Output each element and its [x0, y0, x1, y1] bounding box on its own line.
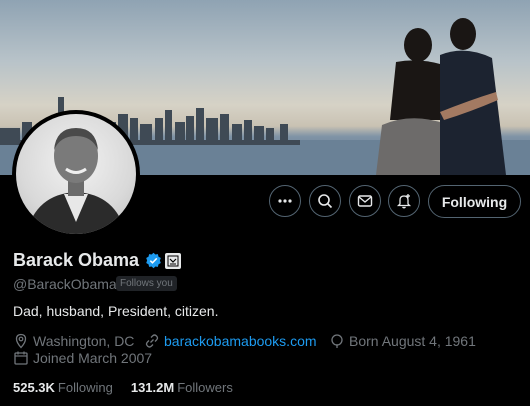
location-icon: [15, 333, 27, 349]
more-icon: [278, 199, 292, 203]
following-count: 525.3K: [13, 380, 55, 395]
more-button[interactable]: [269, 185, 301, 217]
calendar-icon: [14, 351, 28, 365]
following-stat[interactable]: 525.3K Following: [13, 380, 113, 395]
notify-icon: [396, 194, 412, 209]
verified-badge-icon[interactable]: [145, 252, 162, 269]
birthday-text: Born August 4, 1961: [349, 333, 476, 349]
avatar-photo: [16, 114, 136, 234]
followers-label: Followers: [177, 380, 233, 395]
location-item: Washington, DC: [13, 333, 134, 349]
message-icon: [357, 195, 373, 207]
website-item[interactable]: barackobamabooks.com: [144, 333, 317, 349]
profile-name: Barack Obama: [13, 250, 140, 270]
follow-stats: 525.3K Following 131.2M Followers: [13, 380, 251, 395]
search-button[interactable]: [309, 185, 341, 217]
following-button[interactable]: Following: [428, 185, 521, 218]
avatar[interactable]: [12, 110, 140, 238]
following-label: Following: [57, 380, 113, 395]
joined-item: Joined March 2007: [13, 350, 152, 366]
message-button[interactable]: [349, 185, 381, 217]
location-text: Washington, DC: [33, 333, 135, 349]
profile-bio: Dad, husband, President, citizen.: [13, 303, 219, 319]
birthday-item: Born August 4, 1961: [329, 333, 476, 349]
birthday-icon: [331, 334, 343, 348]
link-icon: [145, 334, 159, 348]
joined-text: Joined March 2007: [33, 350, 153, 366]
followers-count: 131.2M: [130, 380, 175, 395]
profile-handle: @BarackObama: [13, 276, 117, 292]
affiliation-badge-icon[interactable]: [165, 253, 181, 269]
follows-you-badge: Follows you: [116, 276, 177, 291]
followers-stat[interactable]: 131.2M Followers: [131, 380, 233, 395]
search-icon: [318, 194, 333, 209]
website-link[interactable]: barackobamabooks.com: [164, 333, 317, 349]
notify-button[interactable]: [388, 185, 420, 217]
